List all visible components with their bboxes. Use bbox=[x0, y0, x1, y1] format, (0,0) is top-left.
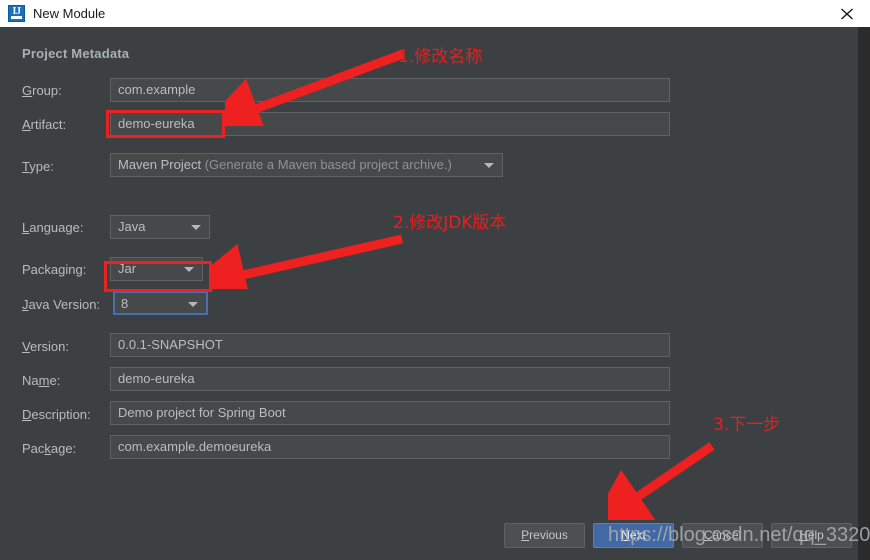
type-combo-value: Maven Project (Generate a Maven based pr… bbox=[118, 154, 452, 176]
window-title: New Module bbox=[33, 6, 106, 21]
new-module-dialog-window: IJ New Module Project Metadata Group: co… bbox=[0, 0, 870, 560]
intellij-idea-icon: IJ bbox=[8, 5, 25, 22]
label-java-version-text: ava Version: bbox=[28, 297, 101, 312]
label-packaging: Packaging: bbox=[22, 262, 86, 277]
next-button-label: ext bbox=[629, 528, 646, 542]
label-description-text: escription: bbox=[31, 407, 91, 422]
label-name-text: e: bbox=[49, 373, 61, 388]
label-version-mnemonic: V bbox=[22, 339, 30, 354]
chevron-down-icon bbox=[484, 163, 494, 168]
label-description-mnemonic: D bbox=[22, 407, 32, 422]
version-field[interactable]: 0.0.1-SNAPSHOT bbox=[110, 333, 670, 357]
dialog-body: Project Metadata Group: com.example Arti… bbox=[0, 27, 858, 560]
close-icon bbox=[841, 8, 853, 20]
previous-button-label: revious bbox=[529, 528, 568, 542]
label-language-text: anguage: bbox=[29, 220, 84, 235]
next-button[interactable]: Next bbox=[593, 523, 674, 548]
type-combo-main: Maven Project bbox=[118, 157, 202, 172]
label-packaging-text: ing: bbox=[65, 262, 87, 277]
right-gutter bbox=[858, 27, 870, 560]
cancel-button-label: ancel bbox=[712, 528, 742, 542]
artifact-field[interactable]: demo-eureka bbox=[110, 112, 670, 136]
annotation-text-2: 2.修改JDK版本 bbox=[393, 213, 507, 233]
annotation-text-3: 3.下一步 bbox=[713, 415, 781, 435]
chevron-down-icon bbox=[184, 267, 194, 272]
next-button-mnemonic: N bbox=[621, 528, 630, 542]
label-version-text: ersion: bbox=[29, 339, 69, 354]
previous-button-mnemonic: P bbox=[521, 528, 530, 542]
language-combo-value: Java bbox=[118, 219, 146, 234]
label-package: Package: bbox=[22, 441, 76, 456]
chevron-down-icon bbox=[191, 225, 201, 230]
label-name-mnemonic: m bbox=[38, 373, 50, 388]
annotation-text-1: 1.修改名称 bbox=[398, 47, 483, 67]
language-combo[interactable]: Java bbox=[110, 215, 210, 239]
help-button[interactable]: Help bbox=[771, 523, 852, 548]
label-description: Description: bbox=[22, 407, 91, 422]
cancel-button[interactable]: Cancel bbox=[682, 523, 763, 548]
label-group-text: roup: bbox=[32, 83, 62, 98]
label-type-text: ype: bbox=[29, 159, 54, 174]
label-name: Name: bbox=[22, 373, 60, 388]
java-version-combo-value: 8 bbox=[121, 296, 129, 311]
label-version: Version: bbox=[22, 339, 69, 354]
java-version-combo[interactable]: 8 bbox=[113, 291, 208, 315]
label-type: Type: bbox=[22, 159, 54, 174]
label-java-version: Java Version: bbox=[22, 297, 100, 312]
type-combo-sub: (Generate a Maven based project archive.… bbox=[201, 157, 452, 172]
title-bar: IJ New Module bbox=[0, 0, 870, 28]
label-packaging-pre: Packa bbox=[22, 262, 59, 277]
group-field[interactable]: com.example bbox=[110, 78, 670, 102]
packaging-combo-value: Jar bbox=[118, 261, 137, 276]
close-button[interactable] bbox=[824, 0, 870, 27]
label-group-mnemonic: G bbox=[22, 83, 33, 98]
label-group: Group: bbox=[22, 83, 62, 98]
label-artifact-text: rtifact: bbox=[30, 117, 67, 132]
name-field[interactable]: demo-eureka bbox=[110, 367, 670, 391]
help-button-label: elp bbox=[807, 528, 824, 542]
label-package-pre: Pac bbox=[22, 441, 45, 456]
app-icon-bar bbox=[11, 16, 22, 19]
packaging-combo[interactable]: Jar bbox=[110, 257, 203, 281]
help-button-mnemonic: H bbox=[799, 528, 808, 542]
previous-button[interactable]: Previous bbox=[504, 523, 585, 548]
label-language: Language: bbox=[22, 220, 83, 235]
page-title: Project Metadata bbox=[22, 46, 130, 61]
description-field[interactable]: Demo project for Spring Boot bbox=[110, 401, 670, 425]
type-combo[interactable]: Maven Project (Generate a Maven based pr… bbox=[110, 153, 503, 177]
label-artifact-mnemonic: A bbox=[22, 117, 31, 132]
chevron-down-icon bbox=[188, 302, 198, 307]
label-name-pre: Na bbox=[22, 373, 39, 388]
label-artifact: Artifact: bbox=[22, 117, 66, 132]
label-package-text: age: bbox=[50, 441, 77, 456]
package-field[interactable]: com.example.demoeureka bbox=[110, 435, 670, 459]
